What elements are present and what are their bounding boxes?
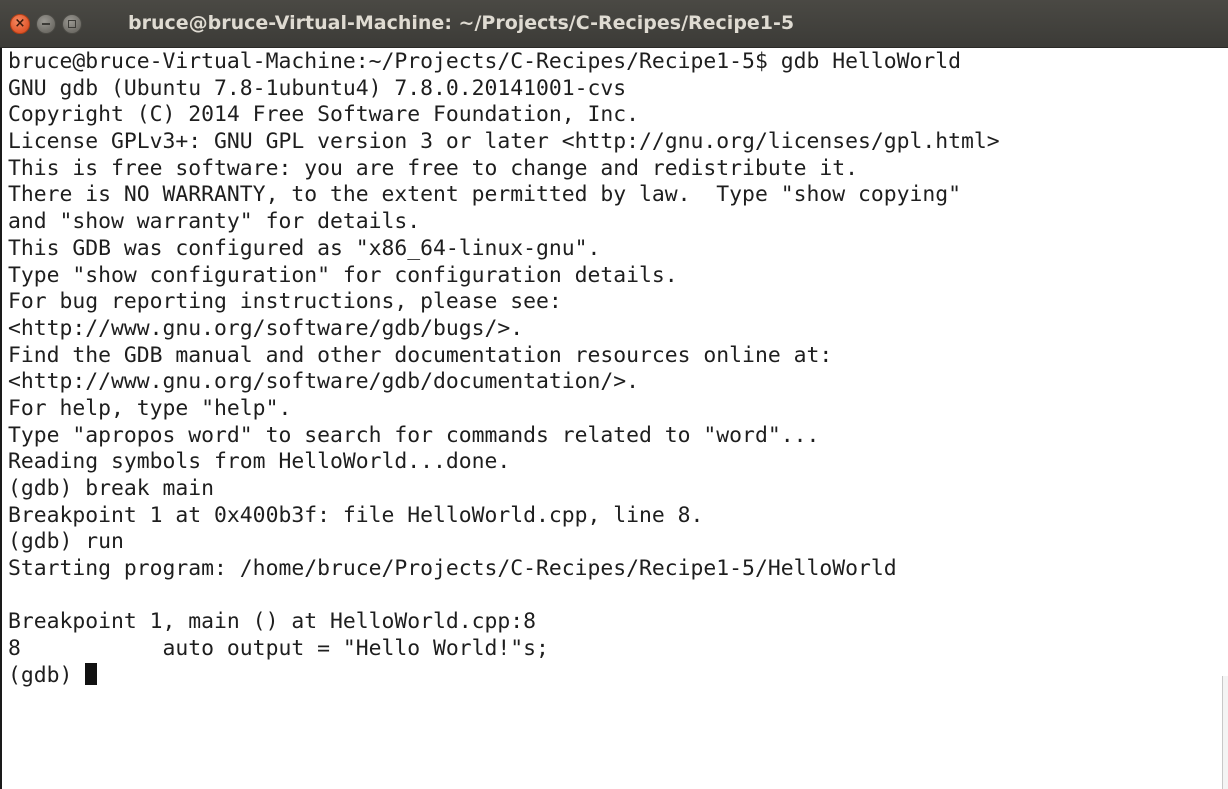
terminal-line: This GDB was configured as "x86_64-linux…	[8, 235, 601, 261]
terminal-line: Breakpoint 1 at 0x400b3f: file HelloWorl…	[8, 502, 704, 528]
terminal-line: (gdb) run	[8, 529, 124, 555]
terminal-line: Reading symbols from HelloWorld...done.	[8, 449, 511, 475]
terminal-line: This is free software: you are free to c…	[8, 155, 858, 181]
terminal-line: 8 auto output = "Hello World!"s;	[8, 636, 549, 662]
window-title: bruce@bruce-Virtual-Machine: ~/Projects/…	[128, 12, 795, 34]
terminal-line: GNU gdb (Ubuntu 7.8-1ubuntu4) 7.8.0.2014…	[8, 75, 627, 101]
terminal-line: <http://www.gnu.org/software/gdb/documen…	[8, 369, 640, 395]
close-icon[interactable]: ×	[10, 14, 30, 34]
terminal-line: <http://www.gnu.org/software/gdb/bugs/>.	[8, 315, 524, 341]
terminal-line: Find the GDB manual and other documentat…	[8, 342, 833, 368]
terminal-line: bruce@bruce-Virtual-Machine:~/Projects/C…	[8, 49, 961, 74]
maximize-icon[interactable]	[62, 14, 82, 34]
terminal-line: Starting program: /home/bruce/Projects/C…	[8, 556, 897, 582]
title-bar[interactable]: × bruce@bruce-Virtual-Machine: ~/Project…	[0, 0, 1228, 48]
prompt-line[interactable]: (gdb)	[8, 662, 1228, 690]
terminal-line: Type "show configuration" for configurat…	[8, 262, 678, 288]
terminal-line: and "show warranty" for details.	[8, 209, 421, 235]
gdb-prompt: (gdb)	[8, 662, 86, 688]
terminal-window: × bruce@bruce-Virtual-Machine: ~/Project…	[0, 0, 1228, 789]
terminal-line: For help, type "help".	[8, 395, 292, 421]
terminal-line: (gdb) break main	[8, 476, 215, 501]
terminal-line: There is NO WARRANTY, to the extent perm…	[8, 182, 961, 208]
text-cursor	[85, 662, 98, 685]
terminal-line: License GPLv3+: GNU GPL version 3 or lat…	[8, 129, 1000, 155]
terminal-line: Copyright (C) 2014 Free Software Foundat…	[8, 102, 640, 128]
scrollbar[interactable]	[1222, 676, 1228, 789]
minimize-icon[interactable]	[36, 14, 56, 34]
terminal-line: Type "apropos word" to search for comman…	[8, 422, 820, 448]
terminal-line: For bug reporting instructions, please s…	[8, 289, 562, 315]
terminal-output[interactable]: bruce@bruce-Virtual-Machine:~/Projects/C…	[0, 48, 1228, 789]
terminal-line: Breakpoint 1, main () at HelloWorld.cpp:…	[8, 609, 537, 635]
